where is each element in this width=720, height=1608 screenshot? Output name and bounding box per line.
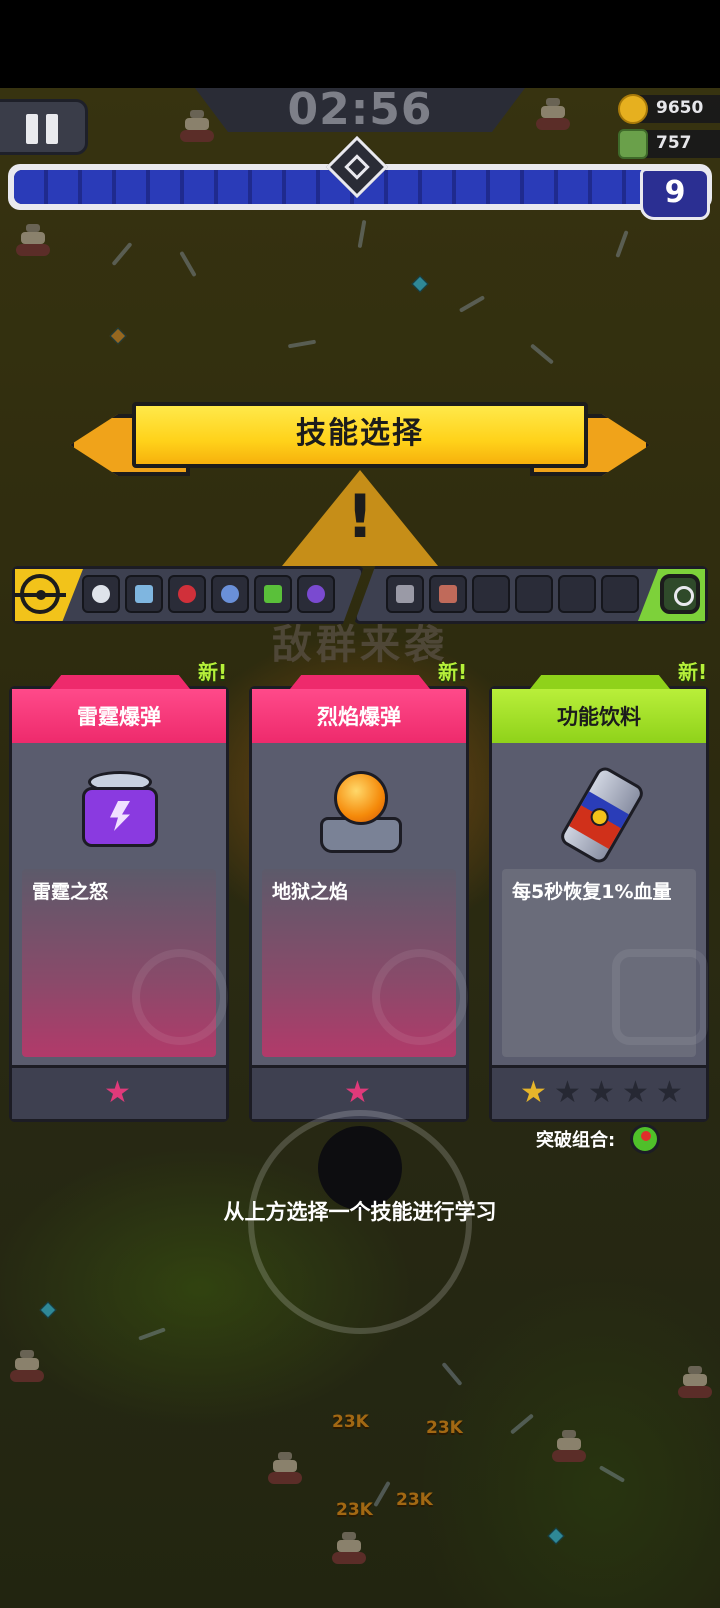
passive-gear-icon (660, 574, 700, 614)
star-icon: ★ (104, 1075, 131, 1110)
armor-passive-icon (439, 585, 457, 603)
star-icon: ★ (344, 1075, 371, 1110)
skill-card-title: 功能饮料 (492, 689, 706, 743)
fire-bomb-icon (314, 771, 406, 863)
skull-icon (618, 129, 648, 159)
xp-fill (14, 170, 651, 204)
skill-card-desc: 地狱之焰 (272, 881, 349, 903)
skill-card-stars: ★ (12, 1065, 226, 1119)
skill-slot (82, 575, 120, 613)
skill-card-title: 雷霆爆弹 (12, 689, 226, 743)
skill-card-thunder-bomb[interactable]: 雷霆爆弹 雷霆之怒 ★ (9, 686, 229, 1122)
crosshair-icon (14, 574, 66, 614)
swirl-skill-icon (92, 585, 110, 603)
instruction-text: 从上方选择一个技能进行学习 (223, 1200, 497, 1224)
pause-icon (46, 114, 58, 144)
passive-slot-empty (472, 575, 510, 613)
new-tag: 新! (438, 660, 468, 684)
boot-passive-icon (396, 585, 414, 603)
skill-card-desc: 每5秒恢复1%血量 (512, 881, 672, 903)
player-level: 9 (640, 168, 710, 220)
thunder-bomb-icon (70, 771, 170, 863)
gear-watermark-icon (612, 949, 708, 1045)
passive-slot-empty (515, 575, 553, 613)
passive-slot (386, 575, 424, 613)
coin-count: 9650 (656, 98, 704, 118)
combo-item-icon (630, 1124, 660, 1154)
skill-slot (254, 575, 292, 613)
skill-card-energy-drink[interactable]: 功能饮料 每5秒恢复1%血量 ★ ★ ★ ★ ★ (489, 686, 709, 1122)
skill-card-stars: ★ ★ ★ ★ ★ (492, 1065, 706, 1119)
drone-skill-icon (221, 585, 239, 603)
pause-button[interactable] (0, 99, 88, 155)
star-empty-icon: ★ (554, 1075, 581, 1110)
star-empty-icon: ★ (588, 1075, 615, 1110)
skill-slot (211, 575, 249, 613)
new-tag: 新! (198, 660, 228, 684)
kill-count: 757 (656, 133, 692, 153)
skill-slot (297, 575, 335, 613)
energy-drink-icon (543, 753, 660, 876)
breakthrough-combo-label: 突破组合: (536, 1130, 616, 1151)
game-timer: 02:56 (287, 84, 433, 135)
star-empty-icon: ★ (656, 1075, 683, 1110)
skill-card-title: 烈焰爆弹 (252, 689, 466, 743)
coin-counter: 9650 (618, 94, 720, 124)
passive-slot (429, 575, 467, 613)
skill-select-title: 技能选择 (132, 402, 588, 468)
drink-skill-icon (135, 585, 153, 603)
warning-exclamation: ! (346, 482, 374, 552)
kill-counter: 757 (618, 129, 720, 159)
star-empty-icon: ★ (622, 1075, 649, 1110)
skill-slot (125, 575, 163, 613)
tower-skill-icon (307, 585, 325, 603)
new-tag: 新! (678, 660, 708, 684)
coin-icon (618, 94, 648, 124)
crosshair-watermark-icon (132, 949, 228, 1045)
target-skill-icon (178, 585, 196, 603)
bottle-skill-icon (264, 585, 282, 603)
passive-slot-empty (558, 575, 596, 613)
pause-icon (26, 114, 38, 144)
star-icon: ★ (520, 1075, 547, 1110)
skill-card-desc: 雷霆之怒 (32, 881, 109, 903)
passive-slot-empty (601, 575, 639, 613)
skill-slot (168, 575, 206, 613)
status-bar-area (0, 0, 720, 88)
crosshair-watermark-icon (372, 949, 468, 1045)
skill-card-fire-bomb[interactable]: 烈焰爆弹 地狱之焰 ★ (249, 686, 469, 1122)
